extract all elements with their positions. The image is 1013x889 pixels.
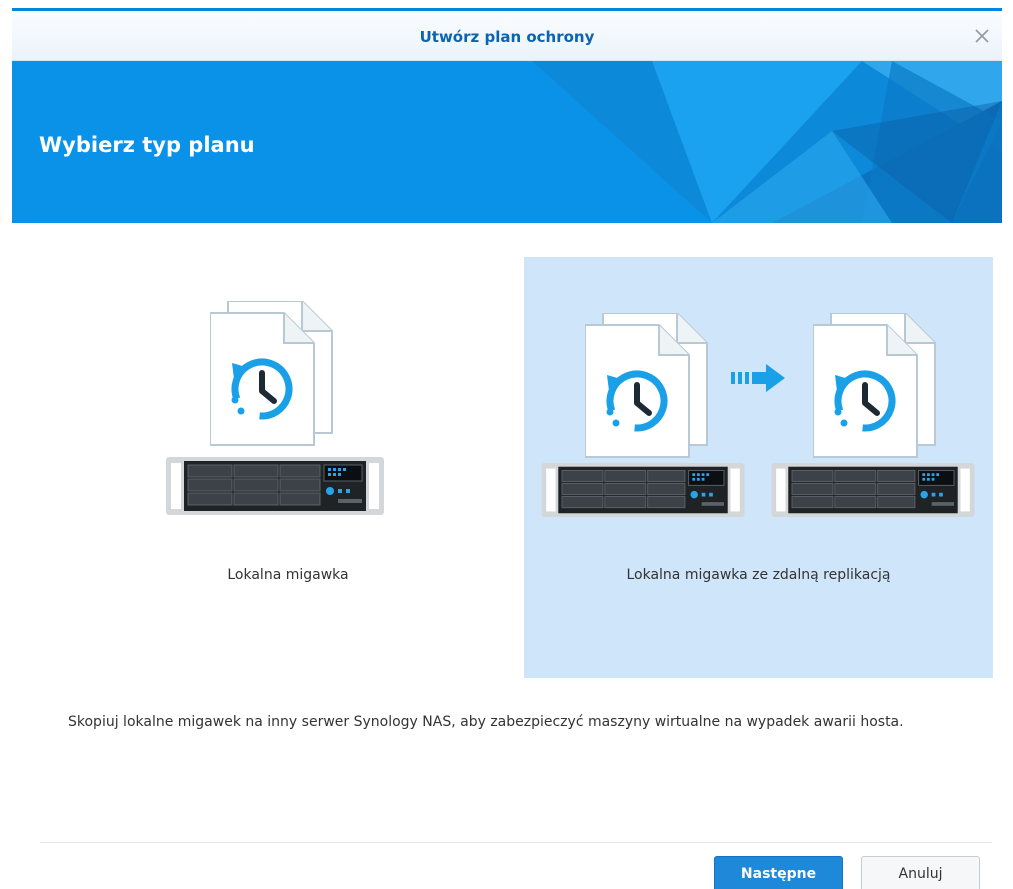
dialog-title: Utwórz plan ochrony [419, 28, 595, 46]
document-snapshot-icon [585, 313, 709, 459]
nas-server-icon [771, 463, 975, 517]
nas-server-icon [541, 463, 745, 517]
header-banner: Wybierz typ planu [12, 61, 1002, 223]
option-remote-label: Lokalna migawka ze zdalną replikacją [626, 567, 891, 583]
title-bar[interactable]: Utwórz plan ochrony [12, 11, 1002, 61]
next-button[interactable]: Następne [714, 856, 843, 889]
document-snapshot-icon [813, 313, 937, 459]
dialog-window: Utwórz plan ochrony Wybierz typ planu Lo… [12, 8, 1002, 889]
option-remote-replication[interactable]: Lokalna migawka ze zdalną replikacją [524, 257, 993, 678]
option-description: Skopiuj lokalne migawek na inny serwer S… [68, 714, 904, 730]
banner-title: Wybierz typ planu [39, 133, 255, 157]
close-icon[interactable] [970, 24, 994, 48]
option-local-label: Lokalna migawka [227, 567, 349, 583]
footer-divider [40, 842, 992, 843]
nas-server-icon [166, 457, 384, 515]
document-snapshot-icon [210, 301, 334, 447]
option-local-snapshot[interactable]: Lokalna migawka [56, 257, 520, 678]
replication-arrow-icon [731, 364, 785, 392]
cancel-button[interactable]: Anuluj [861, 856, 980, 889]
